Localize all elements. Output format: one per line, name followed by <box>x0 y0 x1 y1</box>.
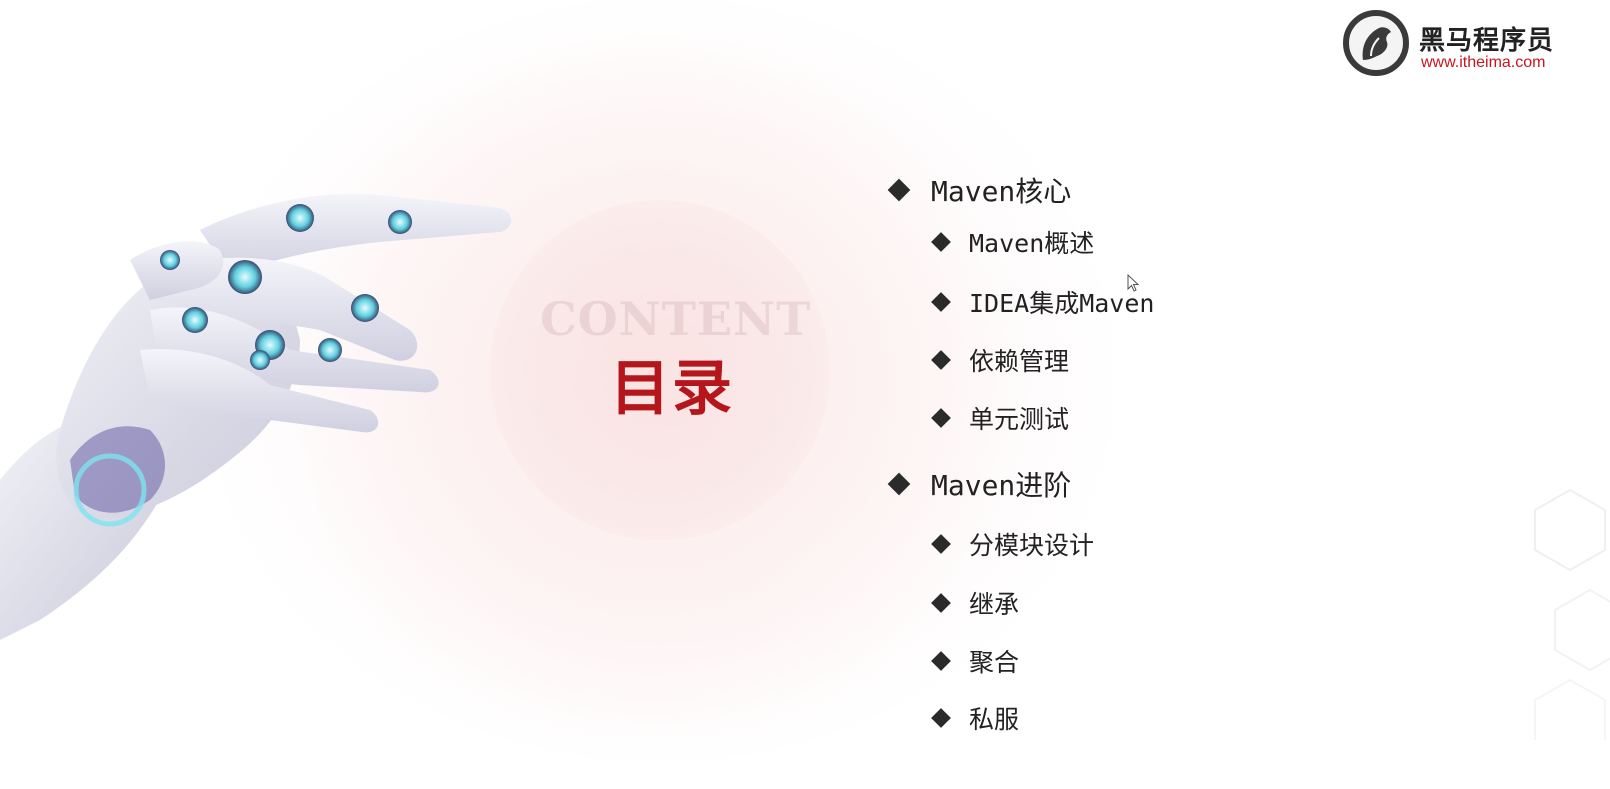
toc-item-label: Maven进阶 <box>931 469 1072 502</box>
diamond-bullet-icon <box>931 292 951 312</box>
toc-item-label: Maven核心 <box>931 175 1072 208</box>
toc-item-maven-core: Maven核心 <box>887 170 1072 210</box>
diamond-bullet-icon <box>931 708 951 728</box>
diamond-bullet-icon <box>931 408 951 428</box>
toc-item-label: 聚合 <box>969 648 1020 677</box>
toc-item-unit-test: 单元测试 <box>931 400 1070 436</box>
toc-item-label: 单元测试 <box>969 405 1070 434</box>
toc-item-label: 依赖管理 <box>969 347 1070 376</box>
toc-item-maven-advanced: Maven进阶 <box>887 464 1072 504</box>
diamond-bullet-icon <box>887 178 911 202</box>
toc-item-dependency: 依赖管理 <box>931 342 1070 378</box>
toc-item-label: 分模块设计 <box>969 531 1095 560</box>
toc-item-label: 私服 <box>969 705 1020 734</box>
diamond-bullet-icon <box>931 350 951 370</box>
hexagon-decoration <box>1534 488 1610 740</box>
diamond-bullet-icon <box>931 534 951 554</box>
diamond-bullet-icon <box>931 651 951 671</box>
toc-item-inheritance: 继承 <box>931 585 1020 621</box>
mouse-pointer-icon <box>1127 274 1139 292</box>
toc-item-label: 继承 <box>969 590 1020 619</box>
toc-item-aggregation: 聚合 <box>931 643 1020 679</box>
toc-item-module-design: 分模块设计 <box>931 526 1095 562</box>
diamond-bullet-icon <box>931 593 951 613</box>
diamond-bullet-icon <box>931 232 951 252</box>
toc-item-maven-overview: Maven概述 <box>931 224 1095 260</box>
toc-item-label: Maven概述 <box>969 229 1095 258</box>
slide: CONTENT 目录 黑马程序员 www.itheima.com Maven核心… <box>0 0 1610 789</box>
toc-list: Maven核心 Maven概述 IDEA集成Maven 依赖管理 单元测试 Ma… <box>0 0 1610 789</box>
toc-item-idea-maven: IDEA集成Maven <box>931 284 1154 320</box>
diamond-bullet-icon <box>887 472 911 496</box>
toc-item-private-server: 私服 <box>931 700 1020 736</box>
